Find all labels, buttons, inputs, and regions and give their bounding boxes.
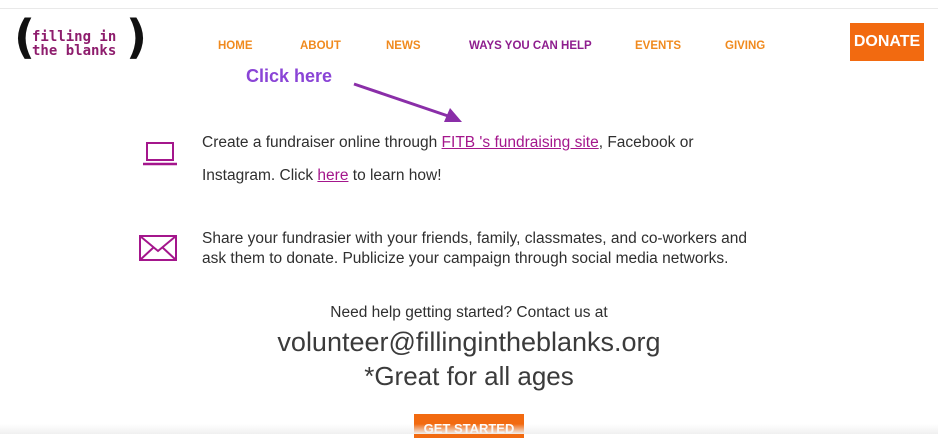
contact-email[interactable]: volunteer@fillingintheblanks.org: [0, 327, 938, 358]
top-divider: [0, 8, 938, 9]
fundraising-site-link[interactable]: FITB 's fundraising site: [442, 134, 599, 151]
bottom-fade: [0, 424, 938, 434]
step-1-line-2: Instagram. Click here to learn how!: [202, 167, 442, 185]
step-1-line-2-after: to learn how!: [348, 167, 442, 184]
step-1-text: Create a fundraiser online through: [202, 134, 442, 151]
main-nav: HOME ABOUT NEWS WAYS YOU CAN HELP EVENTS…: [0, 40, 938, 56]
help-prompt: Need help getting started? Contact us at: [330, 304, 608, 321]
step-2-text: Share your fundrasier with your friends,…: [202, 229, 802, 269]
step-1-text-middle: , Facebook or: [598, 134, 694, 151]
learn-how-link[interactable]: here: [317, 167, 348, 184]
nav-giving[interactable]: GIVING: [725, 40, 765, 52]
step-1-line-2-text: Instagram. Click: [202, 167, 318, 184]
step-2-line-1: Share your fundrasier with your friends,…: [202, 230, 748, 247]
nav-about[interactable]: ABOUT: [300, 40, 341, 52]
laptop-icon: [143, 142, 177, 166]
envelope-icon: [139, 235, 177, 261]
step-2-line-2: ask them to donate. Publicize your campa…: [202, 250, 729, 267]
nav-news[interactable]: NEWS: [386, 40, 421, 52]
nav-ways-you-can-help[interactable]: WAYS YOU CAN HELP: [469, 40, 592, 52]
nav-events[interactable]: EVENTS: [635, 40, 681, 52]
nav-home[interactable]: HOME: [218, 40, 253, 52]
donate-button[interactable]: DONATE: [850, 23, 924, 61]
ages-note: *Great for all ages: [364, 361, 574, 391]
step-1-line-1: Create a fundraiser online through FITB …: [202, 134, 694, 152]
click-here-annotation: Click here: [246, 66, 333, 86]
annotation-arrow-icon: [353, 82, 462, 122]
